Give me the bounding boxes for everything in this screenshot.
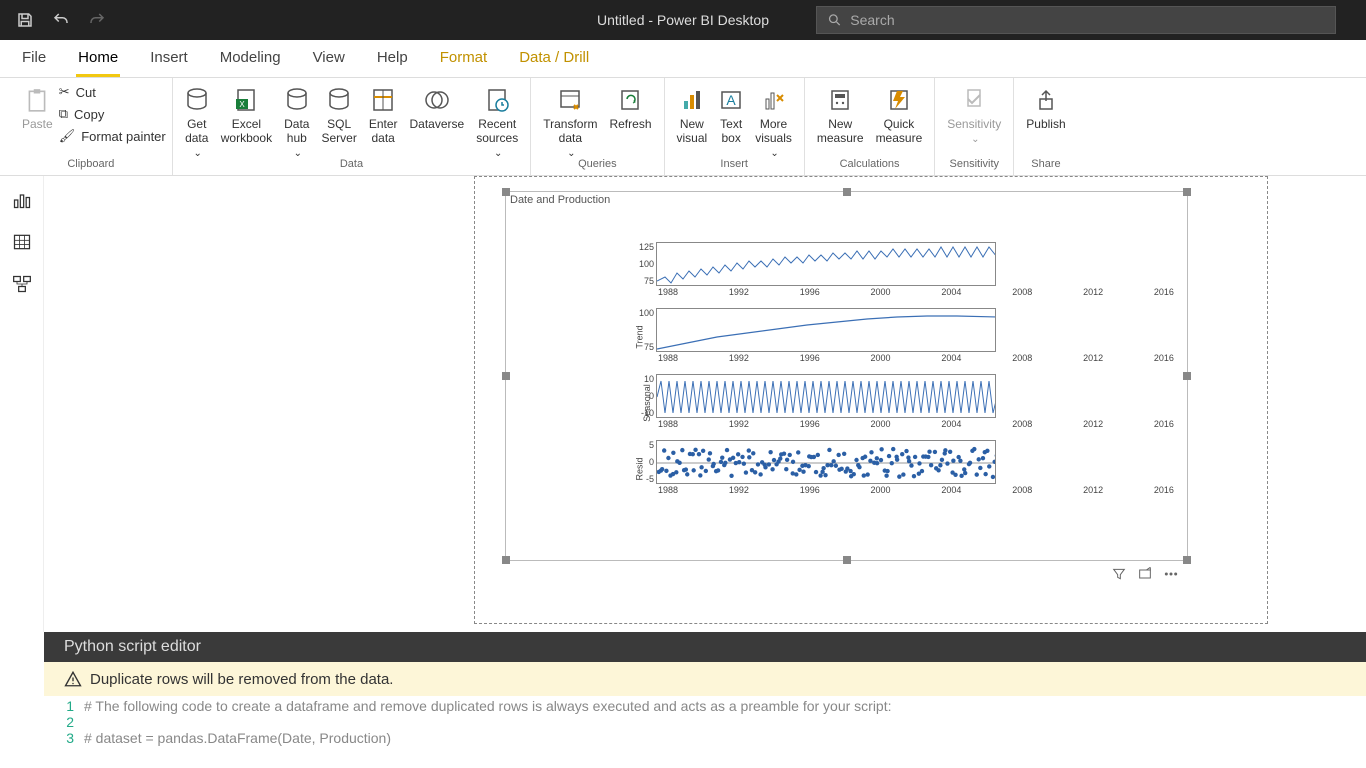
search-box[interactable] bbox=[816, 6, 1336, 34]
view-rail bbox=[0, 176, 44, 632]
new-visual-button[interactable]: New visual bbox=[671, 82, 714, 148]
window-title: Untitled - Power BI Desktop bbox=[597, 12, 769, 28]
tab-file[interactable]: File bbox=[20, 41, 48, 77]
tab-view[interactable]: View bbox=[311, 41, 347, 77]
cut-button[interactable]: ✂Cut bbox=[59, 84, 166, 100]
script-editor-panel: Python script editor Duplicate rows will… bbox=[44, 632, 1366, 768]
data-view-icon[interactable] bbox=[12, 232, 32, 252]
workspace: Date and Production 12510075 19881992199… bbox=[0, 176, 1366, 632]
observed-plot bbox=[656, 242, 996, 286]
new-measure-button[interactable]: New measure bbox=[811, 82, 870, 148]
brush-icon: 🖌 bbox=[59, 128, 76, 144]
search-icon bbox=[827, 12, 842, 28]
format-painter-button[interactable]: 🖌Format painter bbox=[59, 128, 166, 144]
more-visuals-button[interactable]: More visuals bbox=[749, 82, 798, 161]
get-data-button[interactable]: Get data bbox=[179, 82, 215, 161]
group-clipboard: Clipboard bbox=[67, 158, 114, 172]
sensitivity-button[interactable]: Sensitivity bbox=[941, 82, 1007, 148]
refresh-button[interactable]: Refresh bbox=[603, 82, 657, 134]
menu-tabs: File Home Insert Modeling View Help Form… bbox=[0, 40, 1366, 78]
search-input[interactable] bbox=[850, 12, 1325, 28]
tab-data-drill[interactable]: Data / Drill bbox=[517, 41, 591, 77]
report-page[interactable]: Date and Production 12510075 19881992199… bbox=[474, 176, 1268, 624]
warning-text: Duplicate rows will be removed from the … bbox=[90, 671, 393, 688]
group-queries: Queries bbox=[578, 158, 617, 172]
tab-help[interactable]: Help bbox=[375, 41, 410, 77]
python-visual[interactable]: Date and Production 12510075 19881992199… bbox=[505, 191, 1188, 561]
subplot-resid: Resid 50-5 19881992199620002004200820122… bbox=[656, 440, 1176, 498]
group-calculations: Calculations bbox=[840, 158, 900, 172]
sql-server-button[interactable]: SQL Server bbox=[315, 82, 362, 148]
paste-label: Paste bbox=[22, 118, 53, 132]
undo-icon[interactable] bbox=[52, 11, 70, 29]
enter-data-button[interactable]: Enter data bbox=[363, 82, 404, 148]
script-warning: Duplicate rows will be removed from the … bbox=[44, 662, 1366, 696]
copy-button[interactable]: ⧉Copy bbox=[59, 106, 166, 122]
quick-measure-button[interactable]: Quick measure bbox=[870, 82, 929, 148]
script-editor-header[interactable]: Python script editor bbox=[44, 632, 1366, 662]
save-icon[interactable] bbox=[16, 11, 34, 29]
seasonal-plot bbox=[656, 374, 996, 418]
title-bar: Untitled - Power BI Desktop bbox=[0, 0, 1366, 40]
model-view-icon[interactable] bbox=[12, 274, 32, 294]
trend-plot bbox=[656, 308, 996, 352]
resid-plot bbox=[656, 440, 996, 484]
data-hub-button[interactable]: Data hub bbox=[278, 82, 315, 161]
tab-insert[interactable]: Insert bbox=[148, 41, 190, 77]
cut-icon: ✂ bbox=[59, 84, 70, 100]
recent-sources-button[interactable]: Recent sources bbox=[470, 82, 524, 161]
tab-home[interactable]: Home bbox=[76, 41, 120, 77]
subplot-seasonal: Seasonal 100-10 198819921996200020042008… bbox=[656, 374, 1176, 432]
redo-icon[interactable] bbox=[88, 11, 106, 29]
group-data: Data bbox=[340, 158, 363, 172]
text-box-button[interactable]: AText box bbox=[713, 82, 749, 148]
decomposition-chart: 12510075 1988199219962000200420082012201… bbox=[656, 242, 1176, 498]
paste-button[interactable]: Paste bbox=[16, 82, 59, 134]
excel-button[interactable]: XExcel workbook bbox=[215, 82, 278, 148]
subplot-observed: 12510075 1988199219962000200420082012201… bbox=[656, 242, 1176, 300]
svg-text:X: X bbox=[240, 100, 246, 109]
copy-icon: ⧉ bbox=[59, 106, 68, 122]
group-share: Share bbox=[1031, 158, 1060, 172]
transform-data-button[interactable]: Transform data bbox=[537, 82, 603, 161]
svg-text:A: A bbox=[727, 92, 737, 108]
dataverse-button[interactable]: Dataverse bbox=[404, 82, 471, 134]
more-options-icon[interactable] bbox=[1163, 566, 1179, 582]
ribbon: Paste ✂Cut ⧉Copy 🖌Format painter Clipboa… bbox=[0, 78, 1366, 176]
group-sensitivity: Sensitivity bbox=[950, 158, 1000, 172]
code-editor[interactable]: 1# The following code to create a datafr… bbox=[44, 696, 1366, 748]
warning-icon bbox=[64, 670, 82, 688]
group-insert: Insert bbox=[720, 158, 748, 172]
subplot-trend: Trend 10075 1988199219962000200420082012… bbox=[656, 308, 1176, 366]
publish-button[interactable]: Publish bbox=[1020, 82, 1071, 134]
focus-mode-icon[interactable] bbox=[1137, 566, 1153, 582]
report-canvas[interactable]: Date and Production 12510075 19881992199… bbox=[44, 176, 1366, 632]
filter-icon[interactable] bbox=[1111, 566, 1127, 582]
tab-format[interactable]: Format bbox=[438, 41, 490, 77]
tab-modeling[interactable]: Modeling bbox=[218, 41, 283, 77]
report-view-icon[interactable] bbox=[12, 190, 32, 210]
